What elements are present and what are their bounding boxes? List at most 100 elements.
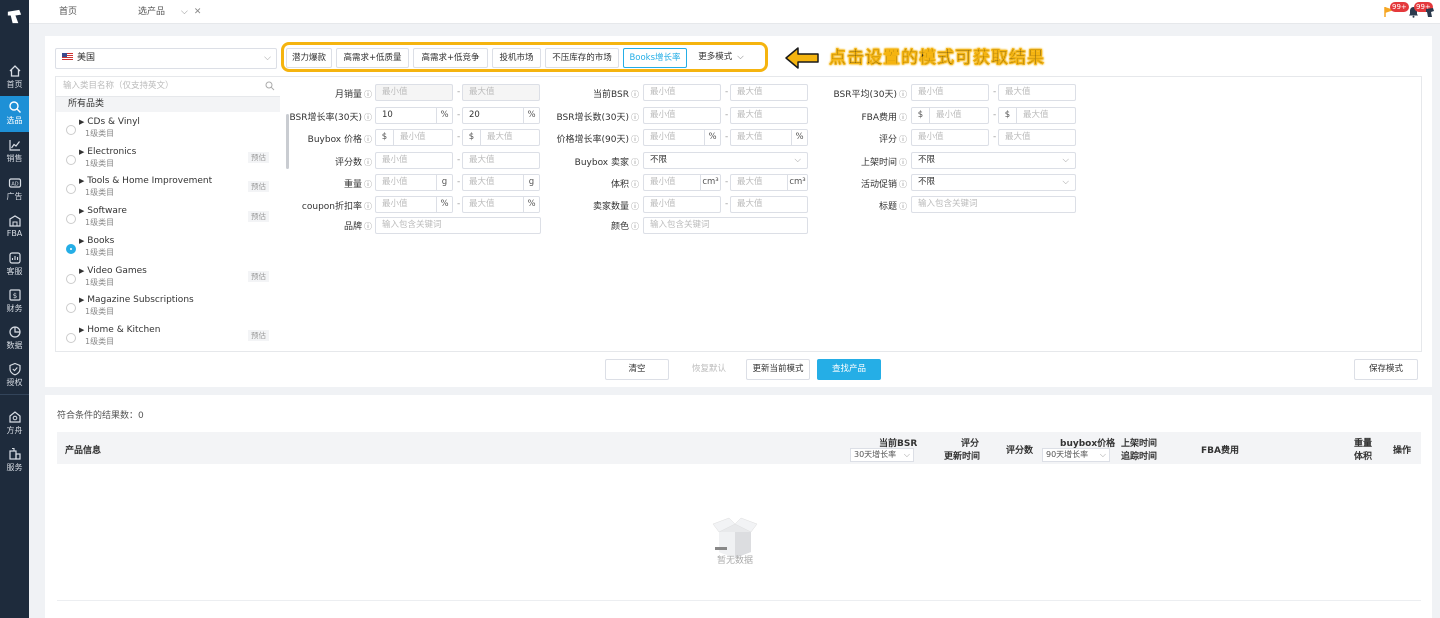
mode-button-3[interactable]: 投机市场 bbox=[492, 48, 541, 68]
info-icon[interactable]: ⓘ bbox=[364, 158, 372, 167]
mode-button-4[interactable]: 不压库存的市场 bbox=[545, 48, 619, 68]
seller-count-max[interactable]: 最大值 bbox=[730, 196, 808, 213]
listing-time-select[interactable]: 不限 ⌵ bbox=[911, 152, 1076, 169]
category-search-input[interactable]: 输入类目名称（仅支持英文） bbox=[56, 77, 280, 97]
growth-90-select[interactable]: 90天增长率 ⌵ bbox=[1042, 448, 1110, 462]
info-icon[interactable]: ⓘ bbox=[899, 135, 907, 144]
promotion-select[interactable]: 不限 ⌵ bbox=[911, 174, 1076, 191]
fba-fee-max[interactable]: $ 最大值 bbox=[998, 107, 1076, 124]
country-select[interactable]: 美国 ⌵ bbox=[55, 48, 277, 69]
monthly-sales-min[interactable]: 最小值 bbox=[375, 84, 453, 101]
category-radio[interactable] bbox=[66, 214, 76, 225]
info-icon[interactable]: ⓘ bbox=[631, 202, 639, 211]
info-icon[interactable]: ⓘ bbox=[631, 135, 639, 144]
category-name[interactable]: ▶ Magazine Subscriptions bbox=[79, 295, 194, 305]
all-categories[interactable]: 所有品类 bbox=[56, 97, 280, 112]
category-radio[interactable] bbox=[66, 303, 76, 314]
coupon-rate-min[interactable]: 最小值% bbox=[375, 196, 453, 213]
sidebar-item-finance[interactable]: $ 财务 bbox=[0, 284, 29, 320]
close-icon[interactable]: ✕ bbox=[194, 7, 202, 17]
category-radio[interactable] bbox=[66, 243, 76, 254]
info-icon[interactable]: ⓘ bbox=[631, 222, 639, 231]
rating-min[interactable]: 最小值 bbox=[911, 129, 989, 146]
volume-max[interactable]: 最大值 cm³ bbox=[730, 174, 808, 191]
tab-select-product[interactable]: 选产品 ⌵ ✕ bbox=[138, 0, 201, 24]
info-icon[interactable]: ⓘ bbox=[364, 180, 372, 189]
category-item[interactable]: ▶ Home & Kitchen 1级类目 预估 bbox=[56, 324, 280, 354]
color-input[interactable]: 输入包含关键词 bbox=[643, 217, 808, 234]
category-item[interactable]: ▶ Software 1级类目 预估 bbox=[56, 205, 280, 235]
price-growth-min[interactable]: 最小值% bbox=[643, 129, 721, 146]
rating-max[interactable]: 最大值 bbox=[998, 129, 1076, 146]
bsr-growth-rate-min[interactable]: 10% bbox=[375, 107, 453, 124]
monthly-sales-max[interactable]: 最大值 bbox=[462, 84, 540, 101]
sidebar-item-service[interactable]: 客服 bbox=[0, 247, 29, 283]
info-icon[interactable]: ⓘ bbox=[364, 135, 372, 144]
category-item[interactable]: ▶ Tools & Home Improvement 1级类目 预估 bbox=[56, 175, 280, 205]
sidebar-item-shield[interactable]: 授权 bbox=[0, 358, 29, 394]
category-radio[interactable] bbox=[66, 184, 76, 195]
col-listing-time[interactable]: 上架时间 bbox=[1121, 436, 1157, 449]
mode-button-0[interactable]: 潜力爆款 bbox=[286, 48, 332, 68]
weight-max[interactable]: 最大值 g bbox=[462, 174, 540, 191]
sidebar-item-ad[interactable]: AD 广告 bbox=[0, 172, 29, 208]
sidebar-item-warehouse[interactable]: FBA bbox=[0, 210, 29, 246]
category-name[interactable]: ▶ Books bbox=[79, 236, 114, 246]
volume-min[interactable]: 最小值 cm³ bbox=[643, 174, 721, 191]
sidebar-item-home[interactable]: 首页 bbox=[0, 60, 29, 96]
tab-home[interactable]: 首页 bbox=[59, 0, 77, 24]
category-radio[interactable] bbox=[66, 332, 76, 343]
col-rating[interactable]: 评分 bbox=[961, 436, 979, 449]
info-icon[interactable]: ⓘ bbox=[631, 180, 639, 189]
restore-default-button[interactable]: 恢复默认 bbox=[677, 359, 741, 380]
seller-count-min[interactable]: 最小值 bbox=[643, 196, 721, 213]
info-icon[interactable]: ⓘ bbox=[899, 113, 907, 122]
current-bsr-min[interactable]: 最小值 bbox=[643, 84, 721, 101]
title-input[interactable]: 输入包含关键词 bbox=[911, 196, 1076, 213]
bsr-avg-min[interactable]: 最小值 bbox=[911, 84, 989, 101]
info-icon[interactable]: ⓘ bbox=[364, 113, 372, 122]
info-icon[interactable]: ⓘ bbox=[364, 222, 372, 231]
search-products-button[interactable]: 查找产品 bbox=[817, 359, 881, 380]
buybox-seller-select[interactable]: 不限 ⌵ bbox=[643, 152, 808, 169]
info-icon[interactable]: ⓘ bbox=[631, 158, 639, 167]
category-name[interactable]: ▶ Video Games bbox=[79, 266, 147, 276]
info-icon[interactable]: ⓘ bbox=[364, 202, 372, 211]
col-review-count[interactable]: 评分数 bbox=[1006, 443, 1033, 456]
review-count-min[interactable]: 最小值 bbox=[375, 152, 453, 169]
category-item[interactable]: ▶ CDs & Vinyl 1级类目 bbox=[56, 116, 280, 146]
sidebar-item-pie-chart[interactable]: 数据 bbox=[0, 321, 29, 357]
sidebar-item-ark[interactable]: 方舟 bbox=[0, 406, 29, 442]
chevron-down-icon[interactable]: ⌵ bbox=[181, 7, 188, 17]
category-name[interactable]: ▶ Software bbox=[79, 206, 127, 216]
buybox-price-min[interactable]: $ 最小值 bbox=[375, 129, 453, 146]
col-weight[interactable]: 重量 bbox=[1354, 436, 1372, 449]
brand-input[interactable]: 输入包含关键词 bbox=[375, 217, 541, 234]
col-volume[interactable]: 体积 bbox=[1354, 449, 1372, 462]
buybox-price-max[interactable]: $ 最大值 bbox=[462, 129, 540, 146]
coupon-rate-max[interactable]: 最大值% bbox=[462, 196, 540, 213]
mode-button-1[interactable]: 高需求+低质量 bbox=[336, 48, 409, 68]
category-item[interactable]: ▶ Video Games 1级类目 预估 bbox=[56, 265, 280, 295]
update-mode-button[interactable]: 更新当前模式 bbox=[746, 359, 810, 380]
info-icon[interactable]: ⓘ bbox=[899, 202, 907, 211]
bsr-growth-rate-max[interactable]: 20% bbox=[462, 107, 540, 124]
sidebar-item-search[interactable]: 选品 bbox=[0, 96, 29, 132]
category-name[interactable]: ▶ Tools & Home Improvement bbox=[79, 176, 212, 186]
weight-min[interactable]: 最小值 g bbox=[375, 174, 453, 191]
growth-30-select[interactable]: 30天增长率 ⌵ bbox=[850, 448, 914, 462]
category-item[interactable]: ▶ Electronics 1级类目 预估 bbox=[56, 146, 280, 176]
category-name[interactable]: ▶ Home & Kitchen bbox=[79, 325, 160, 335]
current-bsr-max[interactable]: 最大值 bbox=[730, 84, 808, 101]
sidebar-item-building[interactable]: 服务 bbox=[0, 443, 29, 479]
user-avatar-icon[interactable] bbox=[1424, 6, 1436, 18]
category-item[interactable]: ▶ Magazine Subscriptions 1级类目 bbox=[56, 294, 280, 324]
sidebar-item-chart-line[interactable]: 销售 bbox=[0, 134, 29, 170]
bsr-avg-max[interactable]: 最大值 bbox=[998, 84, 1076, 101]
mode-button-6[interactable]: 更多模式 ⌵ bbox=[693, 48, 749, 68]
save-mode-button[interactable]: 保存模式 bbox=[1354, 359, 1418, 380]
mode-button-2[interactable]: 高需求+低竞争 bbox=[413, 48, 488, 68]
info-icon[interactable]: ⓘ bbox=[631, 113, 639, 122]
category-name[interactable]: ▶ Electronics bbox=[79, 147, 136, 157]
info-icon[interactable]: ⓘ bbox=[899, 90, 907, 99]
